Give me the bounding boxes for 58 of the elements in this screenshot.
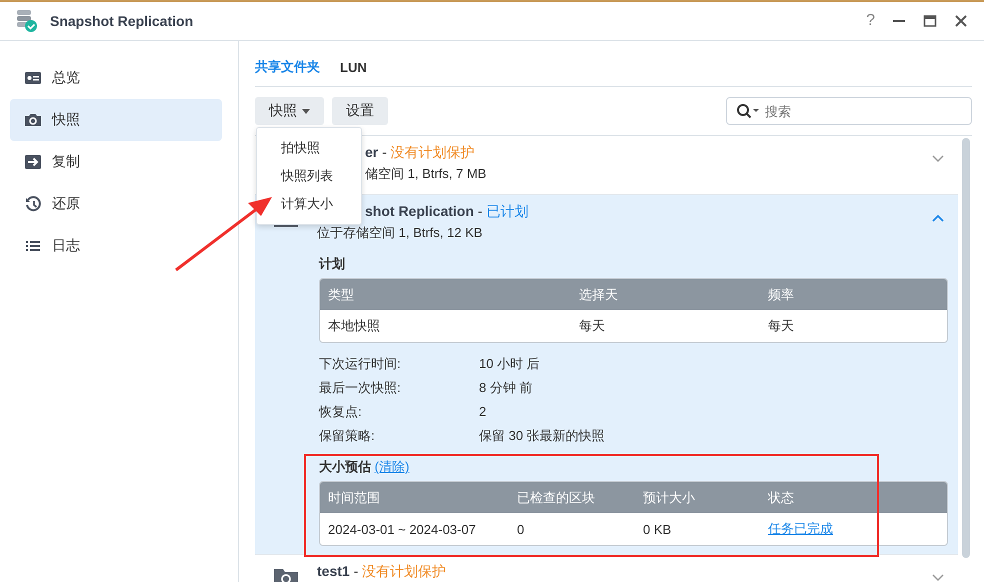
field-label: 保留策略: bbox=[319, 427, 376, 445]
sidebar-item[interactable]: 还原 bbox=[10, 183, 222, 225]
table-cell-text: 0 bbox=[517, 522, 526, 536]
toolbar-button[interactable]: 设置 bbox=[332, 97, 388, 125]
arrow-box-icon bbox=[24, 154, 42, 170]
search-icon bbox=[736, 103, 760, 119]
table-cell-text: 0 KB bbox=[643, 522, 672, 536]
scrollbar[interactable] bbox=[962, 138, 970, 558]
table-cell-text: 2024-03-01 ~ 2024-03-07 bbox=[328, 522, 477, 536]
column-header: 预计大小 bbox=[643, 488, 696, 506]
toolbar-button[interactable]: 快照 bbox=[255, 97, 324, 125]
column-header: 选择天 bbox=[579, 286, 619, 304]
column-header: 已检查的区块 bbox=[517, 488, 596, 506]
table-cell-text: 每天 bbox=[579, 317, 606, 335]
tab[interactable]: LUN bbox=[340, 54, 367, 74]
app-icon bbox=[16, 9, 38, 33]
share-title: shot Replication - 已计划 bbox=[365, 202, 528, 221]
share-row[interactable]: test1 - 没有计划保护 bbox=[255, 555, 958, 582]
column-header: 类型 bbox=[328, 286, 355, 304]
sidebar-item[interactable]: 总览 bbox=[10, 57, 222, 99]
search-field[interactable]: 搜索 bbox=[726, 97, 972, 125]
help-button[interactable]: ? bbox=[866, 12, 875, 30]
field-value: 10 小时 后 bbox=[479, 355, 541, 373]
share-location: 储空间 1, Btrfs, 7 MB bbox=[365, 165, 486, 183]
tab[interactable]: 共享文件夹 bbox=[255, 52, 320, 76]
field-label: 最后一次快照: bbox=[319, 379, 402, 397]
status-link[interactable]: 任务已完成 bbox=[768, 521, 833, 536]
expand-icon[interactable] bbox=[932, 574, 944, 582]
history-icon bbox=[24, 196, 42, 212]
sidebar-item[interactable]: 快照 bbox=[10, 99, 222, 141]
close-icon[interactable] bbox=[954, 14, 968, 28]
share-title: er - 没有计划保护 bbox=[365, 143, 475, 162]
field-label: 恢复点: bbox=[319, 403, 363, 421]
sidebar-item[interactable]: 复制 bbox=[10, 141, 222, 183]
share-title: test1 - 没有计划保护 bbox=[317, 562, 446, 581]
share-location: 位于存储空间 1, Btrfs, 12 KB bbox=[317, 224, 482, 242]
column-header: 状态 bbox=[768, 488, 795, 506]
table-cell-text: 每天 bbox=[768, 317, 795, 335]
menu-item[interactable]: 快照列表 bbox=[257, 162, 361, 190]
field-label: 下次运行时间: bbox=[319, 355, 402, 373]
sidebar-item[interactable]: 日志 bbox=[10, 225, 222, 267]
table-cell-text: 本地快照 bbox=[328, 317, 381, 335]
section-title: 计划 bbox=[319, 256, 346, 272]
list-icon bbox=[24, 238, 42, 254]
section-title: 大小预估 bbox=[319, 459, 371, 474]
column-header: 频率 bbox=[768, 286, 795, 304]
caret-icon bbox=[302, 108, 310, 114]
expand-icon[interactable] bbox=[932, 155, 944, 163]
field-value: 保留 30 张最新的快照 bbox=[479, 427, 606, 445]
column-header: 时间范围 bbox=[328, 488, 381, 506]
field-value: 2 bbox=[479, 403, 488, 421]
collapse-icon[interactable] bbox=[932, 214, 944, 222]
card-icon bbox=[24, 70, 42, 86]
menu-item[interactable]: 拍快照 bbox=[257, 134, 361, 162]
camera-icon bbox=[24, 112, 42, 128]
maximize-icon[interactable] bbox=[923, 14, 937, 28]
field-value: 8 分钟 前 bbox=[479, 379, 534, 397]
window-title: Snapshot Replication bbox=[50, 13, 194, 29]
